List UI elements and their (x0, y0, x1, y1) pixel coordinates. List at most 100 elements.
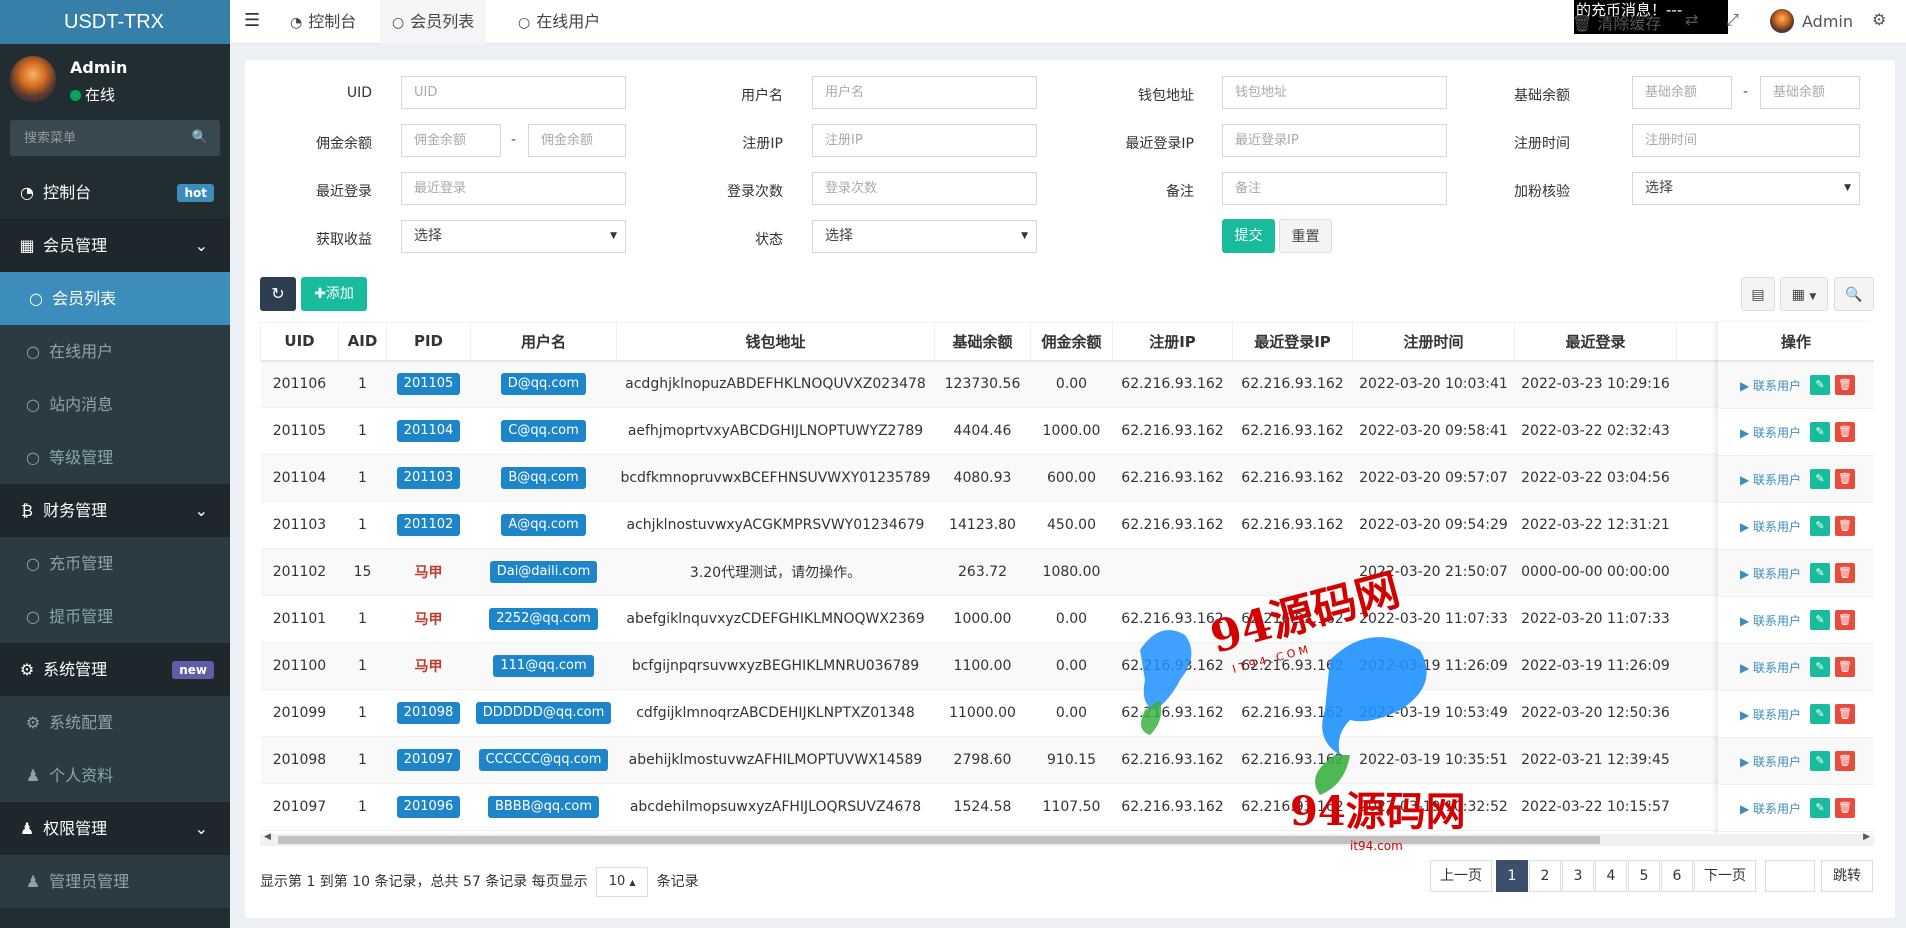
edit-icon[interactable]: ✎ (1810, 751, 1830, 771)
column-header[interactable]: PID (386, 322, 471, 362)
columns-button[interactable]: ▦ ▼ (1780, 277, 1828, 311)
column-header[interactable]: UID (260, 322, 339, 362)
username-input[interactable] (812, 76, 1037, 109)
sidebar-search-input[interactable] (10, 120, 220, 156)
edit-icon[interactable]: ✎ (1810, 516, 1830, 536)
page-button-5[interactable]: 5 (1628, 860, 1660, 892)
uid-input[interactable] (401, 76, 626, 109)
edit-icon[interactable]: ✎ (1810, 704, 1830, 724)
scrollbar-thumb[interactable] (278, 836, 1600, 844)
app-logo[interactable]: USDT-TRX (0, 0, 230, 44)
search-icon[interactable]: 🔍 (192, 130, 208, 145)
sidebar-item-system[interactable]: ⚙ 系统管理 new (0, 643, 230, 696)
pid-tag[interactable]: 201097 (396, 749, 461, 771)
scroll-right-icon[interactable]: ▶ (1863, 832, 1870, 842)
add-button[interactable]: ✚添加 (301, 277, 367, 311)
page-button-1[interactable]: 1 (1496, 860, 1528, 892)
fan-verify-select[interactable]: 选择 ▼ (1632, 172, 1860, 205)
contact-user-link[interactable]: ▶ 联系用户 (1740, 471, 1801, 488)
tab-dashboard[interactable]: ◔ 控制台 (278, 0, 368, 44)
pid-tag[interactable]: 201103 (396, 467, 461, 489)
sidebar-item-member-management[interactable]: ▦ 会员管理 ⌄ (0, 219, 230, 272)
pid-tag[interactable]: 201105 (396, 373, 461, 396)
contact-user-link[interactable]: ▶ 联系用户 (1740, 377, 1801, 394)
refresh-button[interactable]: ↻ (260, 277, 296, 311)
last-login-input[interactable] (401, 172, 626, 205)
delete-icon[interactable]: 🗑 (1835, 563, 1855, 583)
wallet-input[interactable] (1222, 76, 1447, 109)
username-tag[interactable]: 111@qq.com (493, 655, 594, 677)
pid-tag[interactable]: 201104 (396, 420, 461, 442)
edit-icon[interactable]: ✎ (1810, 657, 1830, 677)
delete-icon[interactable]: 🗑 (1835, 469, 1855, 489)
jump-page-input[interactable] (1765, 860, 1815, 892)
edit-icon[interactable]: ✎ (1810, 798, 1830, 818)
tab-online-users[interactable]: ○ 在线用户 (506, 0, 612, 44)
username-tag[interactable]: D@qq.com (500, 373, 587, 396)
pid-tag[interactable]: 马甲 (415, 612, 443, 628)
pid-tag[interactable]: 201098 (396, 702, 461, 724)
sidebar-item-member-list[interactable]: ○ 会员列表 (0, 272, 230, 325)
username-tag[interactable]: BBBB@qq.com (487, 796, 600, 818)
column-header[interactable]: AID (338, 322, 387, 362)
commission-max-input[interactable] (528, 124, 626, 157)
column-header[interactable]: 最近登录 (1514, 322, 1677, 362)
delete-icon[interactable]: 🗑 (1835, 657, 1855, 677)
sidebar-item-finance[interactable]: ₿ 财务管理 ⌄ (0, 484, 230, 537)
reg-ip-input[interactable] (812, 124, 1037, 157)
clear-cache-button[interactable]: 🗑 清除缓存 (1572, 10, 1661, 34)
search-toggle-button[interactable]: 🔍 (1834, 277, 1874, 311)
delete-icon[interactable]: 🗑 (1835, 610, 1855, 630)
status-select[interactable]: 选择 ▼ (812, 220, 1037, 253)
column-header[interactable]: 用户名 (470, 322, 617, 362)
contact-user-link[interactable]: ▶ 联系用户 (1740, 706, 1801, 723)
scroll-left-icon[interactable]: ◀ (264, 832, 271, 842)
user-menu[interactable]: Admin (1770, 9, 1853, 33)
contact-user-link[interactable]: ▶ 联系用户 (1740, 800, 1801, 817)
edit-icon[interactable]: ✎ (1810, 422, 1830, 442)
contact-user-link[interactable]: ▶ 联系用户 (1740, 753, 1801, 770)
edit-icon[interactable]: ✎ (1810, 610, 1830, 630)
base-balance-min-input[interactable] (1632, 76, 1732, 109)
delete-icon[interactable]: 🗑 (1835, 751, 1855, 771)
submit-button[interactable]: 提交 (1222, 219, 1275, 253)
sidebar-item-permissions[interactable]: ♟ 权限管理 ⌄ (0, 802, 230, 855)
sidebar-item-deposit[interactable]: ○ 充币管理 (0, 537, 230, 590)
last-ip-input[interactable] (1222, 124, 1447, 157)
column-header[interactable]: 注册IP (1112, 322, 1233, 362)
pid-tag[interactable]: 马甲 (415, 659, 443, 675)
fullscreen-icon[interactable]: ⤢ (1726, 10, 1739, 30)
username-tag[interactable]: B@qq.com (501, 467, 586, 489)
contact-user-link[interactable]: ▶ 联系用户 (1740, 612, 1801, 629)
column-header[interactable]: 基础余额 (934, 322, 1031, 362)
remark-input[interactable] (1222, 172, 1447, 205)
sidebar-item-messages[interactable]: ○ 站内消息 (0, 378, 230, 431)
delete-icon[interactable]: 🗑 (1835, 422, 1855, 442)
commission-min-input[interactable] (401, 124, 501, 157)
next-page-button[interactable]: 下一页 (1694, 860, 1756, 892)
page-button-6[interactable]: 6 (1661, 860, 1693, 892)
tab-member-list[interactable]: ○ 会员列表 (380, 0, 487, 44)
income-select[interactable]: 选择 ▼ (401, 220, 626, 253)
jump-button[interactable]: 跳转 (1821, 860, 1873, 892)
sidebar-item-dashboard[interactable]: ◔ 控制台 hot (0, 166, 230, 219)
column-header[interactable]: 注册时间 (1352, 322, 1515, 362)
column-header[interactable]: 佣金余额 (1030, 322, 1113, 362)
column-header[interactable]: 最近登录IP (1232, 322, 1353, 362)
username-tag[interactable]: Dai@daili.com (489, 561, 598, 583)
base-balance-max-input[interactable] (1760, 76, 1860, 109)
username-tag[interactable]: DDDDDD@qq.com (475, 702, 612, 724)
reg-time-input[interactable] (1632, 124, 1860, 157)
page-button-2[interactable]: 2 (1529, 860, 1561, 892)
page-button-4[interactable]: 4 (1595, 860, 1627, 892)
page-size-select[interactable]: 10 ▲ (596, 867, 649, 897)
username-tag[interactable]: CCCCCC@qq.com (478, 749, 609, 771)
menu-toggle-icon[interactable]: ☰ (244, 10, 260, 31)
delete-icon[interactable]: 🗑 (1835, 375, 1855, 395)
prev-page-button[interactable]: 上一页 (1430, 860, 1492, 892)
sidebar-item-withdraw[interactable]: ○ 提币管理 (0, 590, 230, 643)
delete-icon[interactable]: 🗑 (1835, 798, 1855, 818)
pid-tag[interactable]: 马甲 (415, 565, 443, 581)
contact-user-link[interactable]: ▶ 联系用户 (1740, 565, 1801, 582)
edit-icon[interactable]: ✎ (1810, 375, 1830, 395)
